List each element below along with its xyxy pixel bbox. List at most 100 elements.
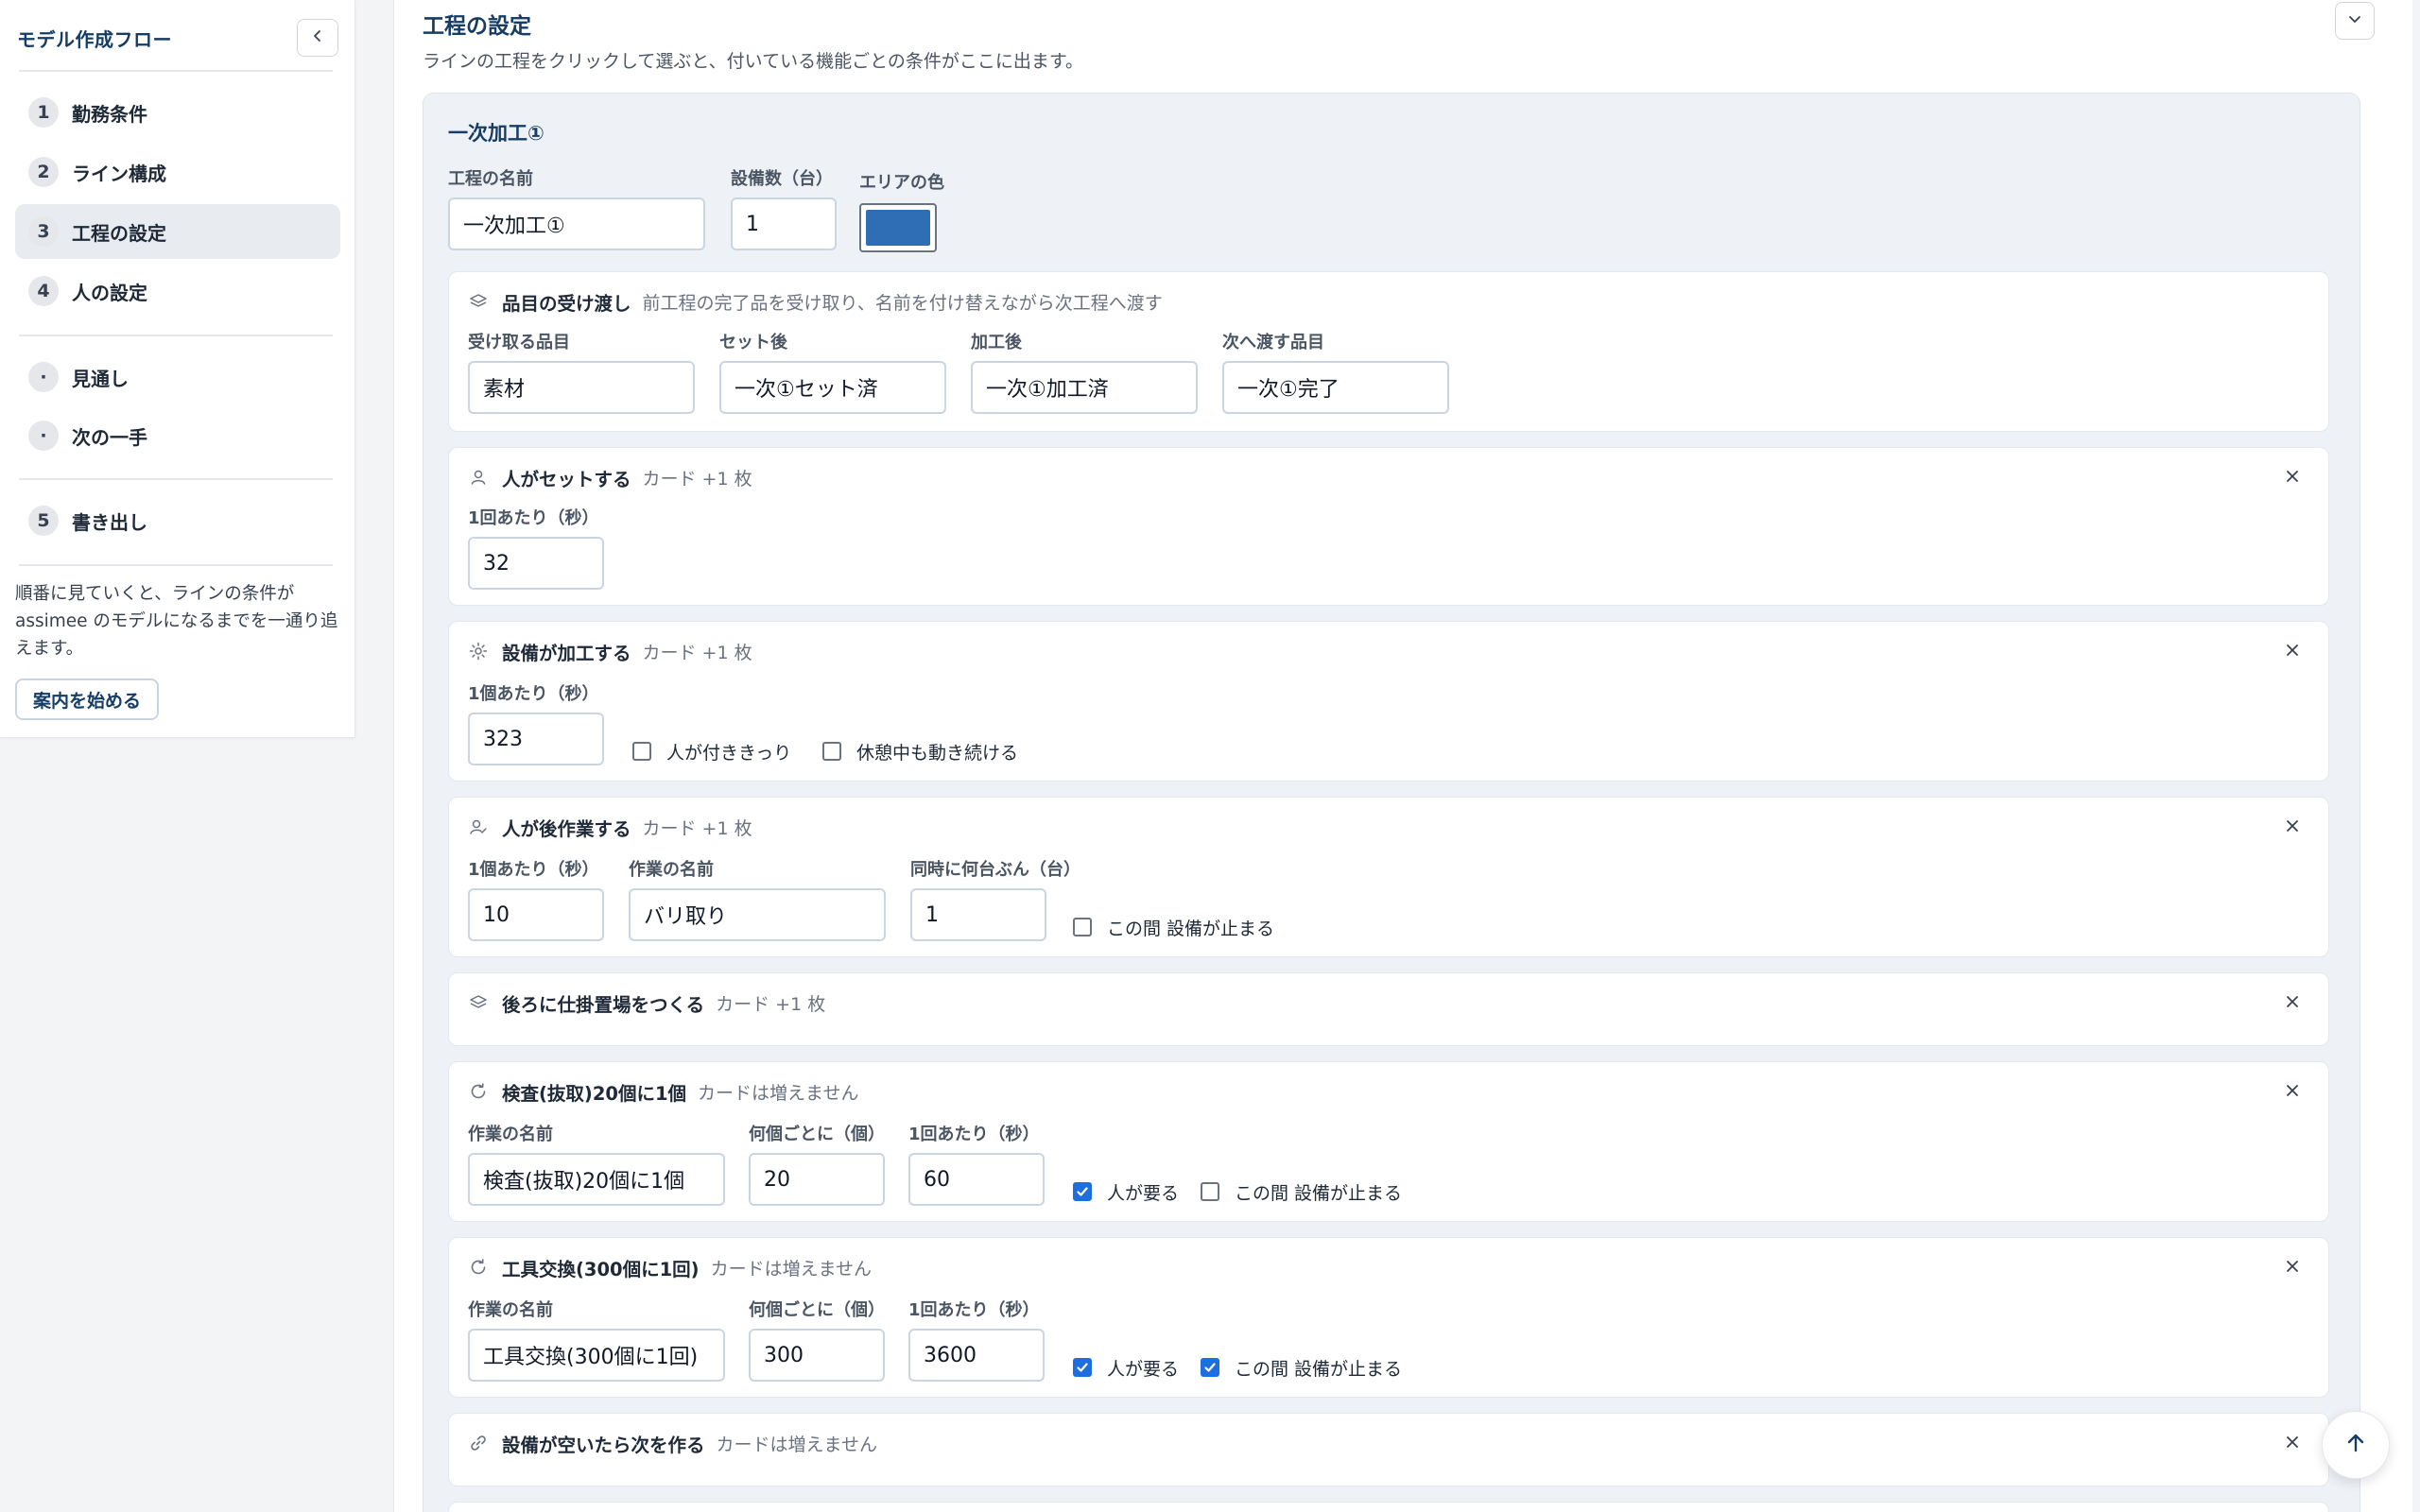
checkbox-box[interactable] [1201, 1358, 1219, 1377]
machine-stops-checkbox[interactable]: この間 設備が止まる [1073, 915, 1274, 939]
post-time-input[interactable] [468, 888, 604, 941]
collapse-sidebar-button[interactable] [297, 19, 338, 57]
area-color-picker[interactable] [859, 203, 937, 252]
post-work-card: 人が後作業する カード +1 枚 1個あたり（秒） 作業の名前 同時に何台ぶん（… [448, 797, 2329, 957]
sidebar-header: モデル作成フロー [17, 19, 338, 57]
card-title: 人がセットする [502, 468, 631, 490]
help-line: assimee のモデルになるまでを一通り追 [15, 611, 338, 631]
machine-stops-checkbox[interactable]: この間 設備が止まる [1201, 1355, 1402, 1380]
card-header: 人がセットする カード +1 枚 [468, 464, 752, 490]
scroll-to-top-button[interactable] [2322, 1411, 2390, 1479]
sidebar-item-label: ライン構成 [72, 162, 166, 185]
set-time-input[interactable] [468, 537, 604, 590]
sidebar-item-next-move[interactable]: · 次の一手 [15, 408, 340, 463]
make-next-card: 設備が空いたら次を作る カードは増えません [448, 1413, 2329, 1486]
card-subtitle: カード +1 枚 [642, 642, 752, 663]
inspection-card: 検査(抜取)20個に1個 カードは増えません 作業の名前 何個ごとに（個） 1回… [448, 1061, 2329, 1222]
field-label: 何個ごとに（個） [749, 1300, 885, 1320]
after-machining-input[interactable] [971, 361, 1198, 414]
inspect-every-input[interactable] [749, 1153, 885, 1206]
sidebar-item-export[interactable]: 5 書き出し [15, 493, 340, 548]
attended-checkbox[interactable]: 人が付ききっり [632, 739, 791, 764]
checkbox-box[interactable] [1201, 1182, 1219, 1201]
field-label: 加工後 [971, 333, 1022, 352]
card-subtitle: カードは増えません [716, 1434, 877, 1455]
help-line: えます。 [15, 639, 84, 659]
field-label: 受け取る品目 [468, 333, 570, 352]
checkbox-box[interactable] [1073, 918, 1092, 936]
needs-person-checkbox[interactable]: 人が要る [1073, 1179, 1179, 1204]
checkbox-label: 人が要る [1107, 1182, 1180, 1204]
sidebar-item-process-settings[interactable]: 3 工程の設定 [15, 204, 340, 259]
close-icon[interactable] [2281, 1255, 2304, 1278]
section-toggle-button[interactable] [2335, 2, 2375, 40]
checkbox-box[interactable] [1073, 1182, 1092, 1201]
field-label: 1個あたり（秒） [468, 684, 599, 704]
machine-time-input[interactable] [468, 713, 604, 765]
tool-change-card: 工具交換(300個に1回) カードは増えません 作業の名前 何個ごとに（個） 1… [448, 1237, 2329, 1398]
help-line: 順番に見ていくと、ラインの条件が [15, 584, 295, 604]
sidebar-item-work-conditions[interactable]: 1 勤務条件 [15, 85, 340, 140]
step-number: 1 [28, 97, 59, 128]
inspect-name-input[interactable] [468, 1153, 725, 1206]
start-guide-button[interactable]: 案内を始める [15, 679, 159, 720]
card-title: 設備が空いたら次を作る [502, 1434, 705, 1456]
step-number: 5 [28, 506, 59, 536]
checkbox-label: この間 設備が止まる [1107, 918, 1275, 939]
sidebar-divider [19, 564, 333, 566]
checkbox-label: 人が付ききっり [666, 742, 792, 764]
step-bullet: · [28, 421, 59, 451]
close-icon[interactable] [2281, 639, 2304, 662]
card-title: 後ろに仕掛置場をつくる [502, 993, 705, 1016]
checkbox-box[interactable] [632, 742, 651, 761]
card-subtitle: カードは増えません [698, 1082, 859, 1104]
sidebar-item-label: 工程の設定 [72, 221, 166, 245]
chevron-down-icon [2347, 11, 2362, 30]
layers-icon [468, 291, 489, 312]
step-number: 4 [28, 276, 59, 306]
sidebar-item-outlook[interactable]: · 見通し [15, 350, 340, 404]
next-item-input[interactable] [1222, 361, 1449, 414]
needs-person-checkbox[interactable]: 人が要る [1073, 1355, 1179, 1380]
checkbox-box[interactable] [822, 742, 841, 761]
checkbox-box[interactable] [1073, 1358, 1092, 1377]
process-panel: 一次加工① 工程の名前 設備数（台） エリアの色 品目の受け渡し 前工程の完了品… [423, 93, 2360, 1512]
sidebar-item-label: 人の設定 [72, 281, 147, 304]
gear-icon [468, 641, 489, 662]
equipment-count-input[interactable] [731, 198, 837, 250]
card-title: 検査(抜取)20個に1個 [502, 1082, 687, 1105]
sidebar-item-label: 書き出し [72, 510, 147, 534]
after-set-input[interactable] [719, 361, 946, 414]
page-description: ラインの工程をクリックして選ぶと、付いている機能ごとの条件がここに出ます。 [423, 51, 1084, 72]
field-label: 作業の名前 [468, 1125, 553, 1144]
process-name-input[interactable] [448, 198, 705, 250]
post-name-input[interactable] [629, 888, 886, 941]
machine-stops-checkbox[interactable]: この間 設備が止まる [1201, 1179, 1402, 1204]
tool-name-input[interactable] [468, 1329, 725, 1382]
sidebar-item-line-structure[interactable]: 2 ライン構成 [15, 145, 340, 199]
refresh-icon [468, 1081, 489, 1102]
process-name-label: 工程の名前 [448, 169, 533, 189]
card-header: 品目の受け渡し 前工程の完了品を受け取り、名前を付け替えながら次工程へ渡す [468, 288, 1163, 315]
sidebar-item-label: 次の一手 [72, 425, 147, 449]
sidebar-divider [19, 335, 333, 336]
field-label: 作業の名前 [629, 860, 714, 880]
card-subtitle: 前工程の完了品を受け取り、名前を付け替えながら次工程へ渡す [642, 292, 1163, 314]
inspect-time-input[interactable] [908, 1153, 1045, 1206]
tool-time-input[interactable] [908, 1329, 1045, 1382]
sidebar-title: モデル作成フロー [17, 28, 172, 51]
run-during-break-checkbox[interactable]: 休憩中も動き続ける [822, 739, 1018, 764]
close-icon[interactable] [2281, 815, 2304, 837]
sidebar-item-people-settings[interactable]: 4 人の設定 [15, 264, 340, 318]
post-units-input[interactable] [910, 888, 1046, 941]
close-icon[interactable] [2281, 465, 2304, 488]
tool-every-input[interactable] [749, 1329, 885, 1382]
field-label: セット後 [719, 333, 787, 352]
received-item-input[interactable] [468, 361, 695, 414]
close-icon[interactable] [2281, 990, 2304, 1013]
close-icon[interactable] [2281, 1079, 2304, 1102]
field-label: 1個あたり（秒） [468, 860, 599, 880]
handoff-card: 品目の受け渡し 前工程の完了品を受け取り、名前を付け替えながら次工程へ渡す 受け… [448, 271, 2329, 432]
close-icon[interactable] [2281, 1431, 2304, 1453]
person-work-icon [468, 816, 489, 837]
